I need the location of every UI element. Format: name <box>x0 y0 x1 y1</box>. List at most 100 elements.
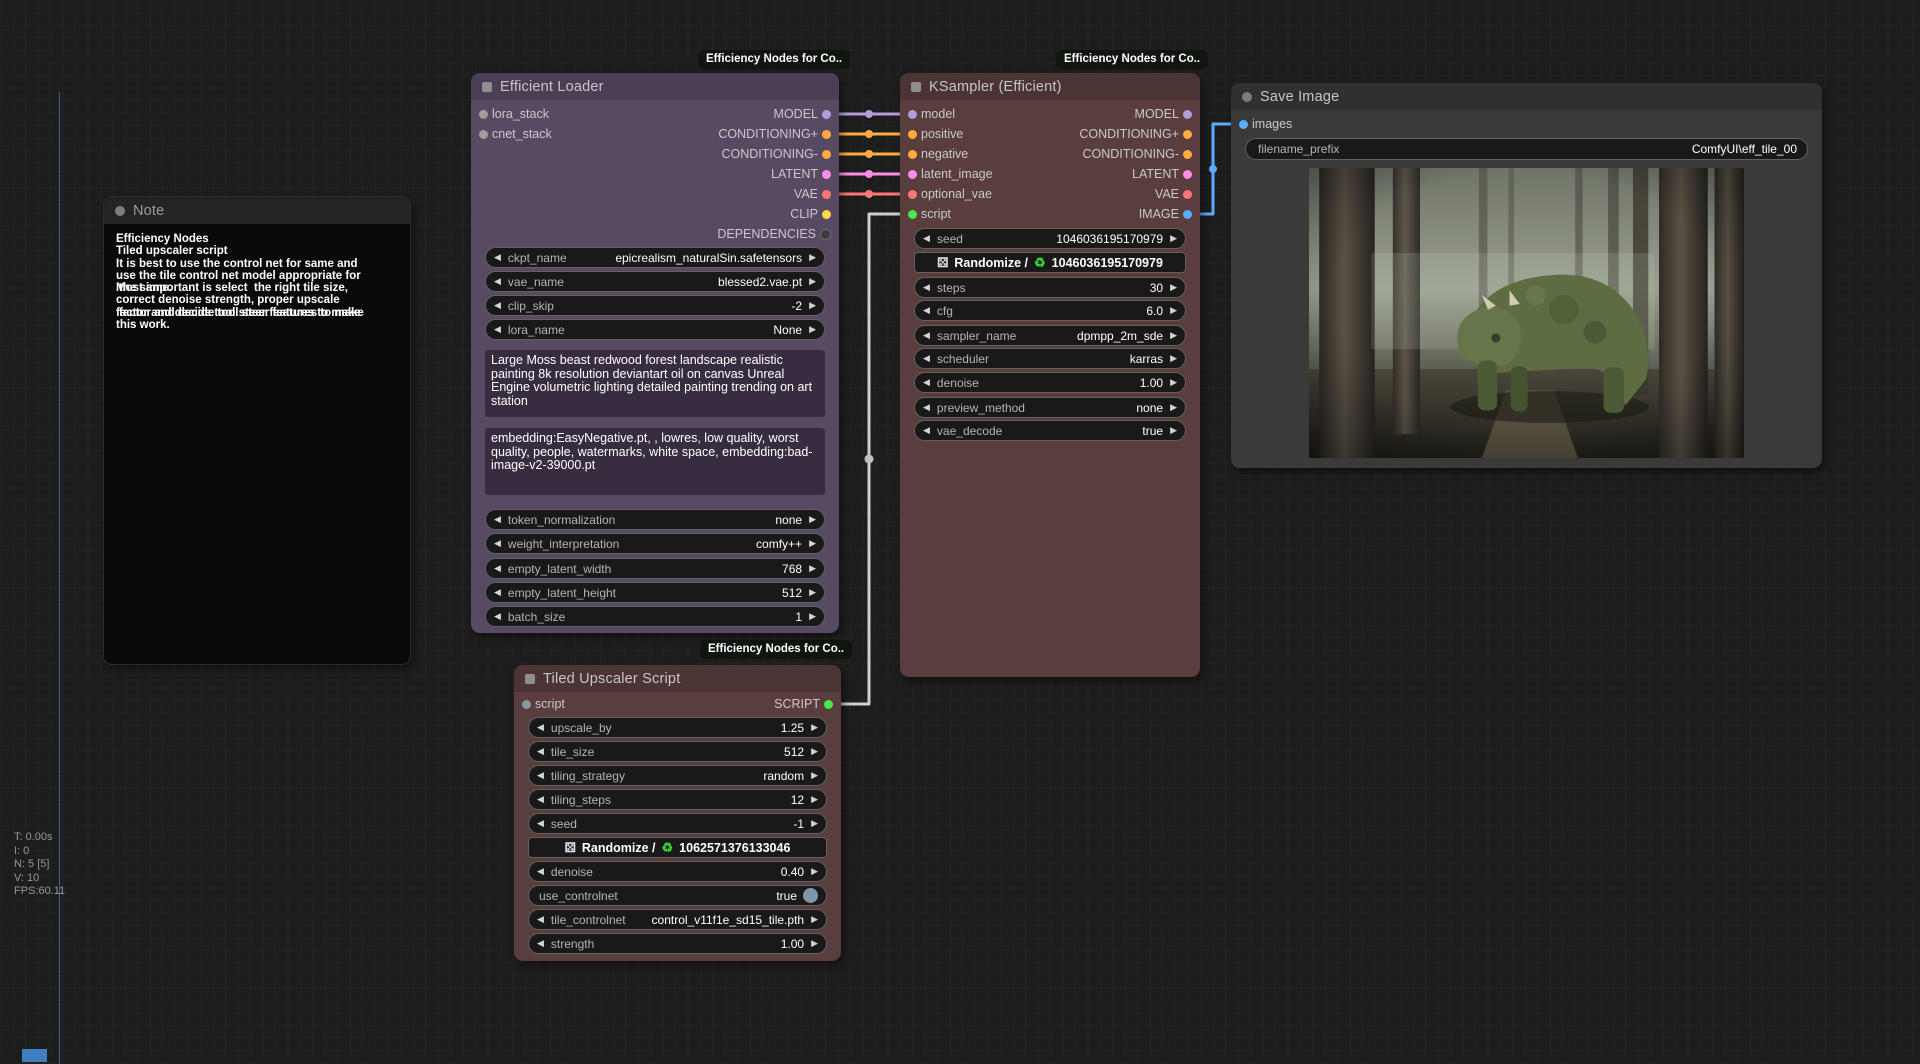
widget-tiling-steps[interactable]: ◀tiling_steps12▶ <box>528 789 827 810</box>
save-title-bar[interactable]: Save Image <box>1231 83 1822 110</box>
widget-scheduler[interactable]: ◀schedulerkarras▶ <box>914 348 1186 369</box>
output-slot-vae[interactable]: VAE <box>794 184 835 204</box>
stepper-left-icon[interactable]: ◀ <box>537 771 544 780</box>
ksampler-title-bar[interactable]: KSampler (Efficient) <box>900 73 1200 100</box>
stepper-right-icon[interactable]: ▶ <box>811 867 818 876</box>
port-dot[interactable] <box>824 700 833 709</box>
port-dot[interactable] <box>908 210 917 219</box>
node-ksampler-efficient[interactable]: KSampler (Efficient) model positive nega… <box>900 73 1200 677</box>
stepper-left-icon[interactable]: ◀ <box>923 306 930 315</box>
widget-upscale-by[interactable]: ◀upscale_by1.25▶ <box>528 717 827 738</box>
stepper-left-icon[interactable]: ◀ <box>923 354 930 363</box>
loader-title-bar[interactable]: Efficient Loader <box>471 73 839 100</box>
port-dot[interactable] <box>479 130 488 139</box>
widget-batch-size[interactable]: ◀batch_size1▶ <box>485 606 825 627</box>
port-dot[interactable] <box>1183 110 1192 119</box>
node-save-image[interactable]: Save Image images filename_prefix ComfyU… <box>1231 83 1822 468</box>
randomize-seed-button[interactable]: ⚄Randomize /♻1062571376133046 <box>528 837 827 858</box>
output-slot-conditioning-pos[interactable]: CONDITIONING+ <box>718 124 835 144</box>
port-dot[interactable] <box>479 110 488 119</box>
port-dot[interactable] <box>522 700 531 709</box>
output-slot-model[interactable]: MODEL <box>774 104 835 124</box>
stepper-right-icon[interactable]: ▶ <box>811 939 818 948</box>
collapse-box-icon[interactable] <box>525 674 535 684</box>
output-slot-conditioning-pos[interactable]: CONDITIONING+ <box>1079 124 1196 144</box>
stepper-right-icon[interactable]: ▶ <box>811 819 818 828</box>
port-dot[interactable] <box>822 170 831 179</box>
widget-weight-interpretation[interactable]: ◀weight_interpretationcomfy++▶ <box>485 533 825 554</box>
stepper-left-icon[interactable]: ◀ <box>494 301 501 310</box>
port-dot[interactable] <box>822 210 831 219</box>
widget-seed[interactable]: ◀seed1046036195170979▶ <box>914 228 1186 249</box>
port-dot[interactable] <box>908 130 917 139</box>
widget-denoise[interactable]: ◀denoise1.00▶ <box>914 372 1186 393</box>
port-dot[interactable] <box>822 130 831 139</box>
widget-empty-latent-width[interactable]: ◀empty_latent_width768▶ <box>485 558 825 579</box>
widget-ckpt-name[interactable]: ◀ckpt_nameepicrealism_naturalSin.safeten… <box>485 247 825 268</box>
widget-seed[interactable]: ◀seed-1▶ <box>528 813 827 834</box>
output-slot-latent[interactable]: LATENT <box>1132 164 1196 184</box>
stepper-left-icon[interactable]: ◀ <box>537 819 544 828</box>
stepper-left-icon[interactable]: ◀ <box>537 723 544 732</box>
stepper-right-icon[interactable]: ▶ <box>811 747 818 756</box>
stepper-left-icon[interactable]: ◀ <box>923 283 930 292</box>
stepper-left-icon[interactable]: ◀ <box>923 378 930 387</box>
port-dot[interactable] <box>822 190 831 199</box>
output-slot-image[interactable]: IMAGE <box>1139 204 1196 224</box>
stepper-left-icon[interactable]: ◀ <box>494 515 501 524</box>
stepper-right-icon[interactable]: ▶ <box>811 795 818 804</box>
port-dot[interactable] <box>1183 210 1192 219</box>
port-dot[interactable] <box>1183 190 1192 199</box>
stepper-right-icon[interactable]: ▶ <box>809 588 816 597</box>
stepper-left-icon[interactable]: ◀ <box>537 939 544 948</box>
input-slot-images[interactable]: images <box>1235 114 1292 134</box>
widget-clip-skip[interactable]: ◀clip_skip-2▶ <box>485 295 825 316</box>
port-dot[interactable] <box>908 170 917 179</box>
port-dot[interactable] <box>1183 170 1192 179</box>
collapse-box-icon[interactable] <box>482 82 492 92</box>
output-slot-clip[interactable]: CLIP <box>790 204 835 224</box>
widget-use-controlnet[interactable]: use_controlnettrue <box>528 885 827 906</box>
widget-steps[interactable]: ◀steps30▶ <box>914 277 1186 298</box>
collapse-box-icon[interactable] <box>911 82 921 92</box>
input-slot-model[interactable]: model <box>904 104 955 124</box>
widget-empty-latent-height[interactable]: ◀empty_latent_height512▶ <box>485 582 825 603</box>
stepper-right-icon[interactable]: ▶ <box>1170 283 1177 292</box>
output-slot-conditioning-neg[interactable]: CONDITIONING- <box>1082 144 1196 164</box>
input-slot-lora-stack[interactable]: lora_stack <box>475 104 549 124</box>
port-dot[interactable] <box>908 150 917 159</box>
widget-cfg[interactable]: ◀cfg6.0▶ <box>914 300 1186 321</box>
stepper-right-icon[interactable]: ▶ <box>1170 403 1177 412</box>
input-slot-optional-vae[interactable]: optional_vae <box>904 184 992 204</box>
node-tiled-upscaler-script[interactable]: Tiled Upscaler Script script SCRIPT ◀ups… <box>514 665 841 961</box>
stepper-left-icon[interactable]: ◀ <box>494 612 501 621</box>
stepper-right-icon[interactable]: ▶ <box>809 277 816 286</box>
stepper-left-icon[interactable]: ◀ <box>537 795 544 804</box>
stepper-right-icon[interactable]: ▶ <box>1170 354 1177 363</box>
port-dot[interactable] <box>822 150 831 159</box>
output-slot-conditioning-neg[interactable]: CONDITIONING- <box>721 144 835 164</box>
stepper-right-icon[interactable]: ▶ <box>1170 306 1177 315</box>
output-slot-script[interactable]: SCRIPT <box>774 694 837 714</box>
input-slot-script[interactable]: script <box>904 204 951 224</box>
widget-filename-prefix[interactable]: filename_prefix ComfyUI\eff_tile_00 <box>1245 138 1808 160</box>
widget-denoise[interactable]: ◀denoise0.40▶ <box>528 861 827 882</box>
stepper-right-icon[interactable]: ▶ <box>809 564 816 573</box>
widget-token-normalization[interactable]: ◀token_normalizationnone▶ <box>485 509 825 530</box>
stepper-left-icon[interactable]: ◀ <box>923 403 930 412</box>
negative-prompt-textarea[interactable]: embedding:EasyNegative.pt, , lowres, low… <box>485 428 825 495</box>
stepper-left-icon[interactable]: ◀ <box>923 234 930 243</box>
node-efficient-loader[interactable]: Efficient Loader lora_stack cnet_stack M… <box>471 73 839 633</box>
stepper-right-icon[interactable]: ▶ <box>811 771 818 780</box>
port-dot[interactable] <box>822 110 831 119</box>
randomize-seed-button[interactable]: ⚄Randomize /♻1046036195170979 <box>914 252 1186 273</box>
collapse-dot-icon[interactable] <box>1242 92 1252 102</box>
widget-lora-name[interactable]: ◀lora_nameNone▶ <box>485 319 825 340</box>
input-slot-script[interactable]: script <box>518 694 565 714</box>
input-slot-cnet-stack[interactable]: cnet_stack <box>475 124 552 144</box>
stepper-right-icon[interactable]: ▶ <box>809 301 816 310</box>
tiled-title-bar[interactable]: Tiled Upscaler Script <box>514 665 841 692</box>
stepper-right-icon[interactable]: ▶ <box>809 539 816 548</box>
port-dot[interactable] <box>820 229 831 240</box>
stepper-right-icon[interactable]: ▶ <box>1170 234 1177 243</box>
